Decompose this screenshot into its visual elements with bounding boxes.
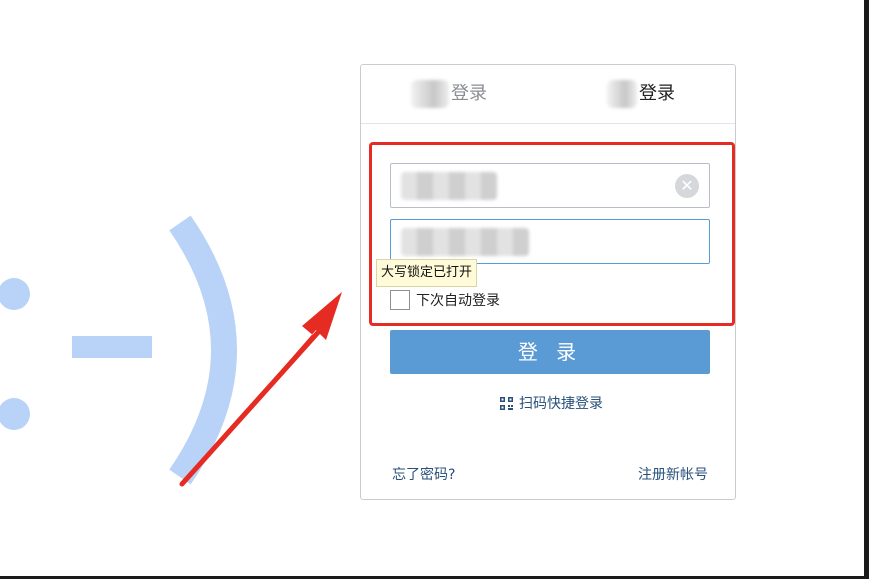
tab-login-2[interactable]: 登录 [607,65,675,123]
qr-code-icon [500,397,513,410]
remember-label[interactable]: 下次自动登录 [416,291,500,311]
clear-icon[interactable]: ✕ [675,174,699,198]
password-field[interactable] [390,219,710,264]
username-field[interactable]: ✕ [390,163,710,208]
qr-login-link[interactable]: 扫码快捷登录 [500,394,603,414]
tab-login-1-label: 登录 [451,83,487,104]
register-link[interactable]: 注册新帐号 [638,464,708,484]
tab-login-2-label: 登录 [639,83,675,104]
window-edge-right [864,0,869,579]
tab-login-1[interactable]: 登录 [411,65,487,123]
remember-checkbox[interactable] [390,290,410,310]
caps-lock-tooltip: 大写锁定已打开 [376,259,478,287]
forgot-password-link[interactable]: 忘了密码? [392,464,455,484]
login-button[interactable]: 登 录 [390,330,710,374]
password-value-blurred [401,228,529,256]
smiley-eye-bottom [0,398,30,430]
username-value-blurred [401,172,497,200]
qr-login-label: 扫码快捷登录 [519,396,603,412]
smiley-eye-top [0,278,30,310]
login-tabs: 登录 登录 [361,65,735,124]
annotation-arrow [179,292,342,487]
blurred-tab-prefix-2 [607,80,637,108]
blurred-tab-prefix-1 [411,80,449,108]
